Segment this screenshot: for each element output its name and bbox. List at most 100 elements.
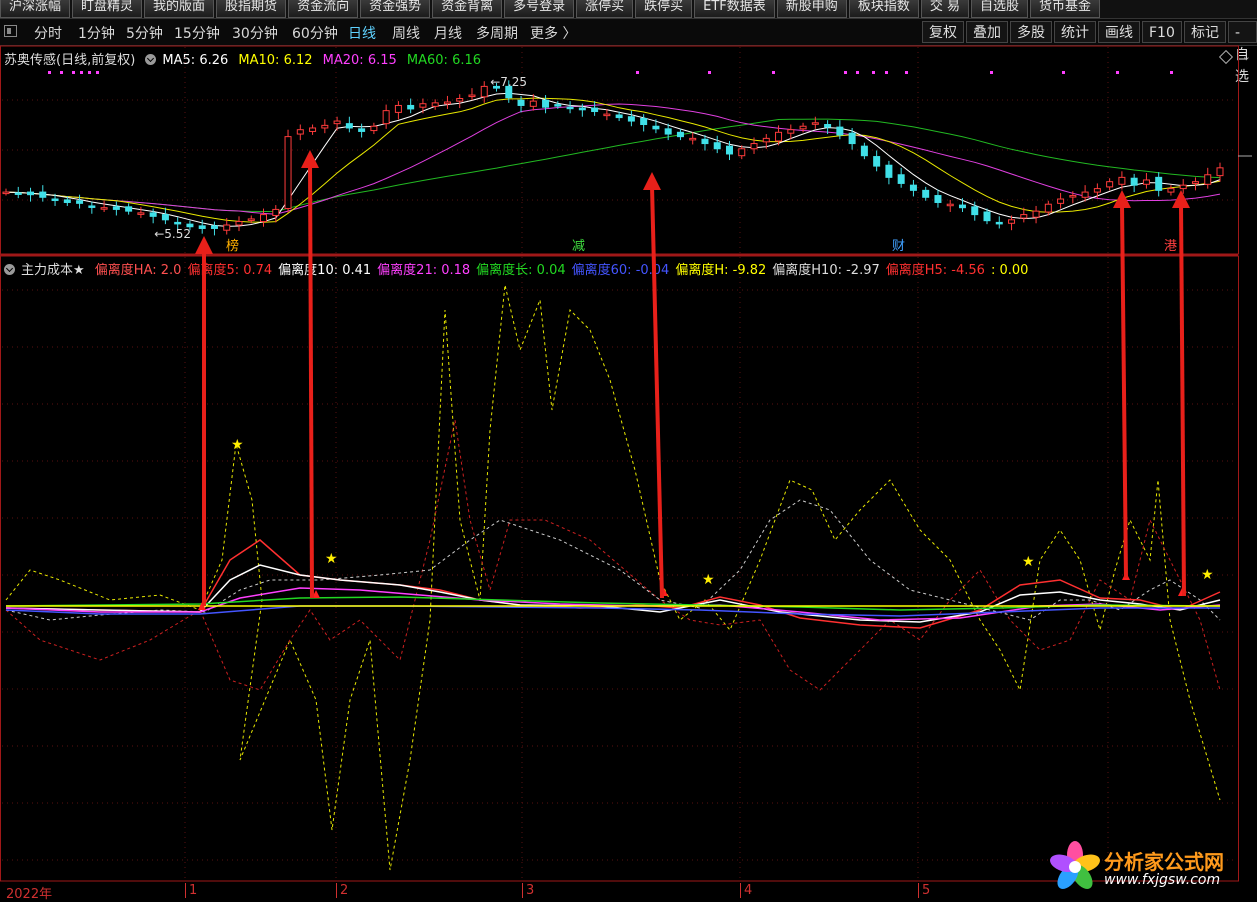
candle-body [934, 195, 942, 203]
candle-body [995, 221, 1003, 225]
candle-body [223, 224, 231, 231]
candle-body [824, 124, 832, 128]
candle-body [358, 128, 366, 132]
candle-body [2, 191, 10, 195]
stock-chart-canvas[interactable]: ←7.25 ←5.52 榜 减 财 港 ★ ★ ★ ★ ★ [0, 0, 1257, 900]
candle-body [958, 204, 966, 209]
candle-body [382, 110, 390, 125]
candle-body [247, 218, 255, 221]
signal-dot [905, 71, 908, 74]
candle-body [848, 132, 856, 145]
annotation-arrow [308, 163, 314, 599]
star-icon: ★ [325, 551, 338, 567]
candle-body [1081, 191, 1089, 198]
candle-body [762, 137, 770, 143]
candle-body [431, 102, 439, 107]
flower-logo-icon [1050, 841, 1100, 889]
candle-body [787, 129, 795, 134]
candle-body [713, 142, 721, 150]
candle-body [321, 124, 329, 129]
candle-body [419, 103, 427, 108]
candle-body [676, 131, 684, 138]
candle-body [125, 206, 133, 212]
month-label: 2 [336, 883, 348, 898]
candle-body [1155, 176, 1163, 191]
candle-body [284, 136, 292, 210]
ma10-line [5, 97, 1221, 223]
candle-body [811, 122, 819, 125]
candle-body [1008, 219, 1016, 224]
candle-body [750, 143, 758, 150]
candle-body [309, 127, 317, 132]
indicator-5-line [5, 539, 1221, 629]
candle-body [1167, 188, 1175, 193]
candle-body [738, 148, 746, 157]
candle-body [137, 212, 145, 215]
candle-body [640, 117, 648, 126]
candle-body [1118, 176, 1126, 185]
candle-body [897, 174, 905, 184]
annotation-arrow-head [643, 172, 661, 190]
candle-body [542, 99, 550, 108]
candle-body [909, 184, 917, 191]
signal-dot [872, 71, 875, 74]
candle-body [922, 189, 930, 198]
annotation-arrow [1179, 203, 1186, 597]
candle-body [370, 125, 378, 132]
ma5-line [5, 92, 1221, 227]
ma60-line [5, 118, 1221, 213]
high-price-label: ←7.25 [490, 75, 527, 89]
month-label: 4 [740, 883, 752, 898]
event-marker: 财 [892, 239, 905, 254]
candle-body [836, 126, 844, 136]
signal-dot [96, 71, 99, 74]
candle-body [591, 107, 599, 113]
candle-body [1106, 181, 1114, 188]
candle-body [1044, 203, 1052, 213]
signal-dot [1116, 71, 1119, 74]
candle-body [1142, 179, 1150, 185]
candle-body [456, 98, 464, 102]
star-icon: ★ [231, 437, 244, 453]
star-icon: ★ [702, 572, 715, 588]
candle-body [480, 85, 488, 98]
candle-body [615, 114, 623, 119]
signal-dot [844, 71, 847, 74]
candle-body [88, 205, 96, 208]
signal-dot [48, 71, 51, 74]
candle-body [210, 225, 218, 229]
signal-dot [856, 71, 859, 74]
event-marker: 减 [572, 239, 585, 254]
candle-body [971, 206, 979, 216]
candle-body [578, 107, 586, 111]
candle-body [664, 128, 672, 135]
month-label: 5 [918, 883, 930, 898]
candle-body [260, 214, 268, 223]
annotation-arrow [650, 185, 664, 599]
signal-dot [636, 71, 639, 74]
annotation-arrow [1120, 203, 1128, 579]
star-icon: ★ [1022, 554, 1035, 570]
candle-body [701, 138, 709, 145]
candle-body [39, 191, 47, 198]
candle-body [1069, 195, 1077, 198]
candle-body [873, 156, 881, 167]
star-icon: ★ [1201, 567, 1214, 583]
candle-body [517, 99, 525, 106]
signal-dot [1170, 71, 1173, 74]
candle-body [149, 212, 157, 217]
candle-body [1204, 174, 1212, 185]
candle-body [468, 94, 476, 98]
ma20-line [5, 103, 1221, 215]
candle-body [885, 164, 893, 178]
candle-body [345, 123, 353, 129]
candle-body [946, 203, 954, 207]
signal-dot [88, 71, 91, 74]
month-label: 1 [185, 883, 197, 898]
year-label: 2022年 [6, 887, 53, 902]
candle-body [529, 100, 537, 107]
candle-body [14, 192, 22, 195]
indicator-h-line [5, 284, 1221, 871]
candle-body [1020, 214, 1028, 219]
candle-body [860, 145, 868, 157]
